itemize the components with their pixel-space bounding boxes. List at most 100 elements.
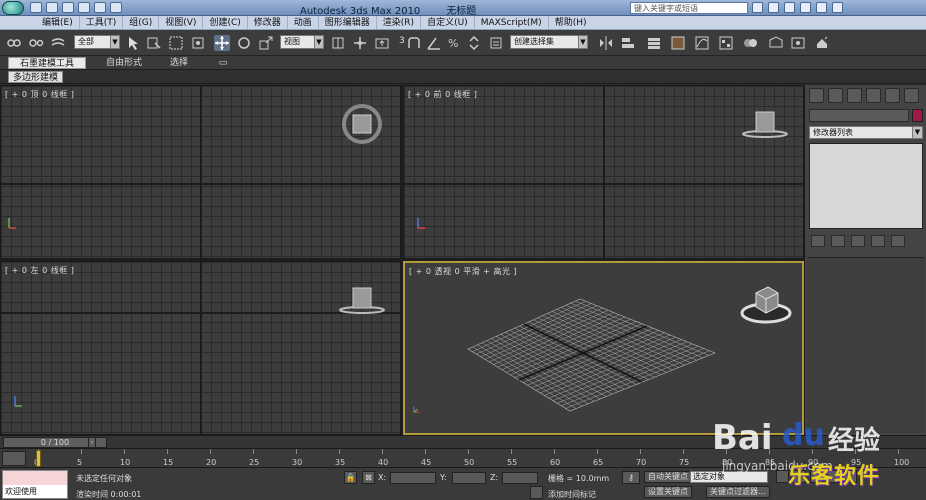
viewport-perspective[interactable]: [ + 0 透视 0 平滑 + 高光 ] bbox=[403, 261, 804, 435]
time-slider-next-icon[interactable]: › bbox=[88, 437, 96, 448]
menu-maxscript[interactable]: MAXScript(M) bbox=[475, 16, 549, 29]
x-coordinate-field[interactable] bbox=[390, 472, 436, 484]
viewcube-icon[interactable] bbox=[739, 106, 791, 142]
menu-rendering[interactable]: 渲染(R) bbox=[377, 16, 422, 29]
mini-curve-editor-icon[interactable] bbox=[2, 451, 26, 466]
snap-toggle-label[interactable]: 3 bbox=[399, 36, 405, 46]
pivot-center-icon[interactable] bbox=[330, 35, 346, 51]
snap-toggle-icon[interactable] bbox=[406, 35, 422, 51]
material-editor-icon[interactable] bbox=[742, 35, 758, 51]
configure-modifier-sets-icon[interactable] bbox=[891, 235, 905, 247]
viewport-label-left[interactable]: [ + 0 左 0 线框 ] bbox=[5, 265, 74, 276]
percent-snap-icon[interactable]: % bbox=[446, 35, 462, 51]
make-unique-icon[interactable] bbox=[851, 235, 865, 247]
graphite-modeling-tools-icon[interactable] bbox=[670, 35, 686, 51]
search-icon[interactable] bbox=[752, 2, 763, 13]
key-icon[interactable]: ⚷ bbox=[622, 471, 640, 484]
select-and-rotate-icon[interactable] bbox=[236, 35, 252, 51]
reference-coordinate-dropdown[interactable]: 视图 ▼ bbox=[280, 35, 324, 49]
tab-selection[interactable]: 选择 bbox=[164, 57, 194, 69]
menu-modifiers[interactable]: 修改器 bbox=[248, 16, 288, 29]
display-tab-icon[interactable] bbox=[885, 88, 900, 103]
menu-group[interactable]: 组(G) bbox=[123, 16, 160, 29]
viewport-front[interactable]: [ + 0 前 0 线框 ] bbox=[403, 85, 804, 259]
viewcube-icon[interactable] bbox=[738, 279, 794, 327]
motion-tab-icon[interactable] bbox=[866, 88, 881, 103]
menu-animation[interactable]: 动画 bbox=[288, 16, 319, 29]
tab-freeform[interactable]: 自由形式 bbox=[96, 57, 152, 69]
y-coordinate-field[interactable] bbox=[452, 472, 486, 484]
search-input[interactable]: 键入关键字或短语 bbox=[630, 2, 748, 14]
set-key-button[interactable]: 设置关键点 bbox=[644, 486, 692, 498]
select-and-manipulate-icon[interactable] bbox=[352, 35, 368, 51]
minimize-icon[interactable] bbox=[800, 2, 811, 13]
rendered-frame-window-icon[interactable] bbox=[790, 35, 806, 51]
object-color-swatch[interactable] bbox=[912, 109, 923, 122]
menu-help[interactable]: 帮助(H) bbox=[549, 16, 593, 29]
layer-manager-icon[interactable] bbox=[646, 35, 662, 51]
rectangular-selection-icon[interactable] bbox=[168, 35, 184, 51]
redo-icon[interactable] bbox=[94, 2, 106, 13]
render-setup-icon[interactable] bbox=[768, 35, 784, 51]
viewcube-icon[interactable] bbox=[338, 102, 386, 146]
hierarchy-tab-icon[interactable] bbox=[847, 88, 862, 103]
menu-tools[interactable]: 工具(T) bbox=[80, 16, 124, 29]
time-slider[interactable]: 0 / 100 › bbox=[0, 435, 926, 448]
remove-modifier-icon[interactable] bbox=[871, 235, 885, 247]
selection-filter-dropdown[interactable]: 全部 ▼ bbox=[74, 35, 120, 49]
select-and-link-icon[interactable] bbox=[6, 35, 22, 51]
viewport-label-front[interactable]: [ + 0 前 0 线框 ] bbox=[408, 89, 477, 100]
bind-space-warp-icon[interactable] bbox=[50, 35, 66, 51]
object-name-field[interactable] bbox=[809, 109, 909, 122]
schematic-view-icon[interactable] bbox=[718, 35, 734, 51]
panel-polygon-modeling[interactable]: 多边形建模 bbox=[8, 71, 64, 83]
ribbon-options-icon[interactable]: ▭ bbox=[216, 57, 230, 69]
tab-graphite-modeling[interactable]: 石墨建模工具 bbox=[8, 57, 86, 69]
select-and-move-icon[interactable] bbox=[214, 35, 230, 51]
save-file-icon[interactable] bbox=[62, 2, 74, 13]
modifier-stack[interactable] bbox=[809, 143, 923, 229]
add-time-tag-button[interactable]: 添加时间标记 bbox=[548, 489, 596, 500]
viewport-label-top[interactable]: [ + 0 顶 0 线框 ] bbox=[5, 89, 74, 100]
auto-key-button[interactable]: 自动关键点 bbox=[644, 471, 692, 483]
named-selection-set-dropdown[interactable]: 创建选择集 ▼ bbox=[510, 35, 588, 49]
edit-named-selection-icon[interactable] bbox=[488, 35, 504, 51]
curve-editor-icon[interactable] bbox=[694, 35, 710, 51]
spinner-snap-icon[interactable] bbox=[466, 35, 482, 51]
close-icon[interactable] bbox=[832, 2, 843, 13]
maxscript-listener[interactable]: 欢迎使用 MAXScr bbox=[2, 470, 68, 499]
modifier-list-dropdown[interactable]: 修改器列表 ▼ bbox=[809, 126, 923, 139]
menu-views[interactable]: 视图(V) bbox=[159, 16, 204, 29]
new-file-icon[interactable] bbox=[30, 2, 42, 13]
menu-customize[interactable]: 自定义(U) bbox=[421, 16, 475, 29]
select-by-name-icon[interactable] bbox=[146, 35, 162, 51]
unlink-icon[interactable] bbox=[28, 35, 44, 51]
menu-graph-editors[interactable]: 图形编辑器 bbox=[319, 16, 377, 29]
keyboard-shortcut-override-icon[interactable] bbox=[374, 35, 390, 51]
utilities-tab-icon[interactable] bbox=[904, 88, 919, 103]
maxscript-prompt[interactable]: 欢迎使用 MAXScr bbox=[3, 485, 67, 498]
help-icon[interactable] bbox=[784, 2, 795, 13]
z-coordinate-field[interactable] bbox=[502, 472, 538, 484]
select-object-icon[interactable] bbox=[126, 35, 142, 51]
mirror-icon[interactable] bbox=[598, 35, 614, 51]
pin-stack-icon[interactable] bbox=[811, 235, 825, 247]
select-and-scale-icon[interactable] bbox=[258, 35, 274, 51]
align-icon[interactable] bbox=[620, 35, 636, 51]
key-filters-button[interactable]: 关键点过滤器... bbox=[706, 486, 770, 498]
lock-selection-icon[interactable]: 🔒 bbox=[344, 471, 357, 484]
menu-edit[interactable]: 编辑(E) bbox=[36, 16, 80, 29]
window-crossing-icon[interactable] bbox=[190, 35, 206, 51]
menu-create[interactable]: 创建(C) bbox=[203, 16, 248, 29]
create-tab-icon[interactable] bbox=[809, 88, 824, 103]
show-end-result-icon[interactable] bbox=[831, 235, 845, 247]
star-icon[interactable] bbox=[768, 2, 779, 13]
hold-icon[interactable] bbox=[110, 2, 122, 13]
viewport-left[interactable]: [ + 0 左 0 线框 ] bbox=[0, 261, 401, 435]
time-tag-icon[interactable] bbox=[530, 486, 543, 499]
open-file-icon[interactable] bbox=[46, 2, 58, 13]
absolute-mode-icon[interactable]: ⊠ bbox=[362, 471, 375, 484]
undo-icon[interactable] bbox=[78, 2, 90, 13]
maximize-icon[interactable] bbox=[816, 2, 827, 13]
angle-snap-icon[interactable] bbox=[426, 35, 442, 51]
